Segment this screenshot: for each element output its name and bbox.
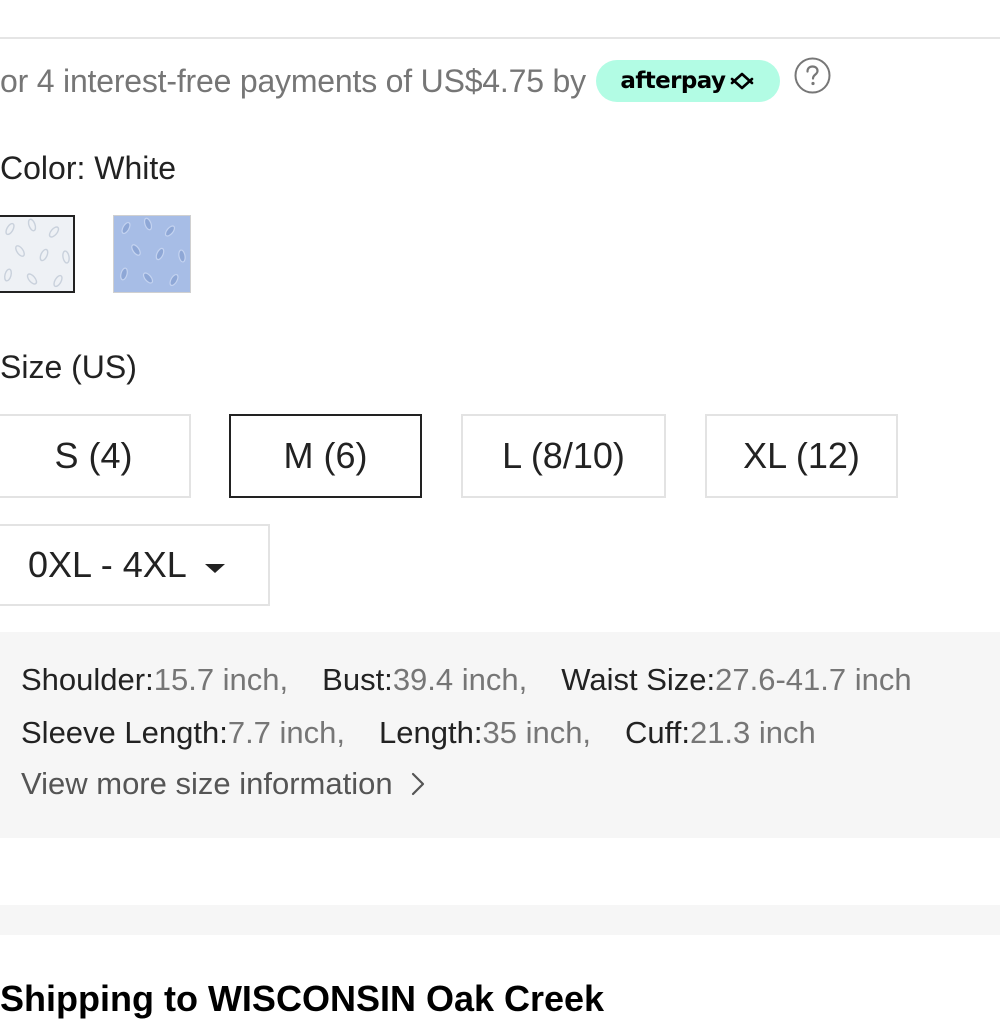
size-option-s[interactable]: S (4)	[0, 414, 191, 498]
view-more-size-info-link[interactable]: View more size information	[21, 766, 425, 802]
shoulder-value: 15.7 inch,	[153, 662, 289, 697]
color-swatch-white[interactable]	[0, 215, 75, 293]
shoulder-key: Shoulder:	[21, 662, 154, 697]
waist-key: Waist Size:	[561, 662, 716, 697]
size-option-m[interactable]: M (6)	[229, 414, 422, 498]
extended-size-label: 0XL - 4XL	[28, 544, 187, 585]
length-value: 35 inch,	[482, 715, 592, 750]
extended-size-dropdown[interactable]: 0XL - 4XL	[0, 524, 270, 606]
afterpay-logo-text: afterpay	[620, 68, 726, 94]
bust-key: Bust:	[322, 662, 393, 697]
swatch-pattern-white	[0, 217, 73, 291]
size-option-xl[interactable]: XL (12)	[705, 414, 898, 498]
sleeve-value: 7.7 inch,	[227, 715, 346, 750]
top-divider	[0, 37, 1000, 39]
chevron-right-icon	[411, 772, 424, 796]
sleeve-key: Sleeve Length:	[21, 715, 228, 750]
installment-text: or 4 interest-free payments of US$4.75 b…	[0, 62, 586, 99]
section-separator	[0, 905, 1000, 935]
bust-value: 39.4 inch,	[392, 662, 528, 697]
installment-row: or 4 interest-free payments of US$4.75 b…	[0, 56, 831, 106]
color-swatch-blue[interactable]	[113, 215, 191, 293]
afterpay-badge[interactable]: afterpay	[595, 60, 780, 102]
color-label: Color: White	[0, 150, 177, 186]
cuff-value: 21.3 inch	[689, 715, 816, 750]
shipping-heading[interactable]: Shipping to WISCONSIN Oak Creek	[0, 978, 604, 1020]
length-key: Length:	[379, 715, 483, 750]
size-label: Size (US)	[0, 349, 137, 385]
measurements-line-2: Sleeve Length:7.7 inch, Length:35 inch, Cu…	[21, 715, 850, 751]
swatch-pattern-blue	[114, 216, 190, 292]
cuff-key: Cuff:	[625, 715, 690, 750]
size-option-l[interactable]: L (8/10)	[461, 414, 666, 498]
question-circle-icon[interactable]	[794, 57, 831, 94]
measurements-line-1: Shoulder:15.7 inch, Bust:39.4 inch, Waist …	[21, 662, 946, 698]
caret-down-icon	[204, 563, 225, 573]
afterpay-loop-icon	[731, 72, 754, 90]
waist-value: 27.6-41.7 inch	[715, 662, 912, 697]
view-more-size-info-label: View more size information	[21, 766, 393, 801]
